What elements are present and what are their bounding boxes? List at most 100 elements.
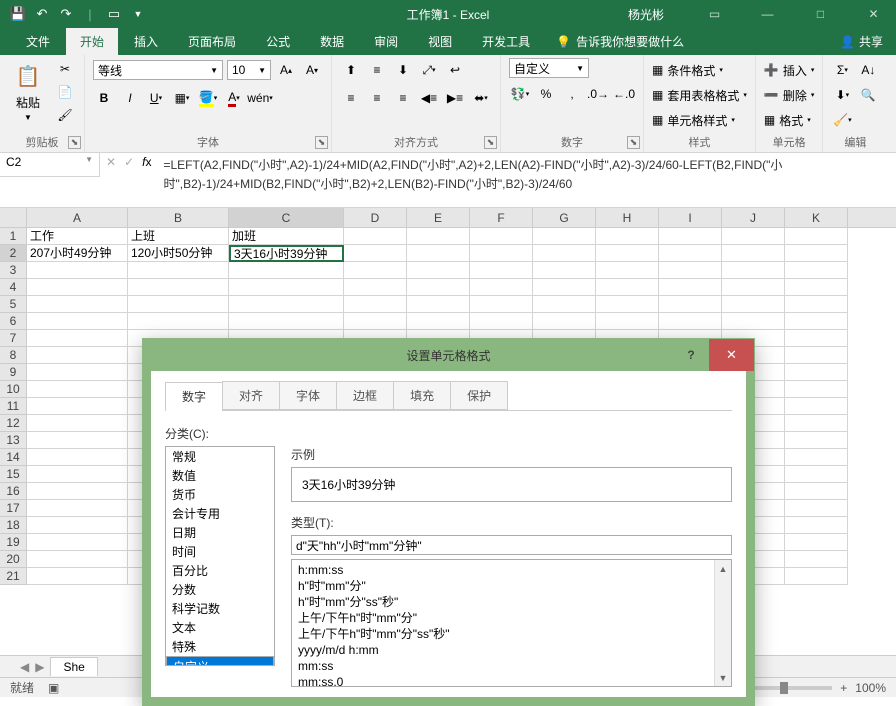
indent-decrease-button[interactable]: ◀≡ xyxy=(418,87,440,109)
insert-cells-button[interactable]: ➕插入 ▾ xyxy=(764,58,814,82)
cell[interactable] xyxy=(407,262,470,279)
row-header[interactable]: 2 xyxy=(0,245,27,262)
cell[interactable] xyxy=(596,262,659,279)
category-item[interactable]: 日期 xyxy=(166,523,274,542)
cell[interactable] xyxy=(407,228,470,245)
cell[interactable] xyxy=(470,245,533,262)
cell[interactable]: 加班 xyxy=(229,228,344,245)
cell[interactable] xyxy=(785,347,848,364)
type-list[interactable]: h:mm:ssh"时"mm"分"h"时"mm"分"ss"秒"上午/下午h"时"m… xyxy=(291,559,732,687)
cell[interactable] xyxy=(785,381,848,398)
cell[interactable] xyxy=(128,262,229,279)
tab-view[interactable]: 视图 xyxy=(414,28,466,55)
tab-layout[interactable]: 页面布局 xyxy=(174,28,250,55)
category-item[interactable]: 时间 xyxy=(166,542,274,561)
cell[interactable] xyxy=(27,330,128,347)
cell[interactable] xyxy=(128,279,229,296)
undo-icon[interactable]: ↶ xyxy=(34,6,50,22)
cell[interactable] xyxy=(785,517,848,534)
category-item[interactable]: 分数 xyxy=(166,580,274,599)
cell[interactable] xyxy=(785,415,848,432)
cell[interactable] xyxy=(785,466,848,483)
cell[interactable] xyxy=(659,313,722,330)
sheet-nav-next[interactable]: ▶ xyxy=(35,660,44,674)
category-item[interactable]: 数值 xyxy=(166,466,274,485)
dialog-tab[interactable]: 字体 xyxy=(279,381,337,410)
dialog-tab[interactable]: 填充 xyxy=(393,381,451,410)
cell[interactable]: 工作 xyxy=(27,228,128,245)
row-header[interactable]: 18 xyxy=(0,517,27,534)
font-launcher[interactable]: ⬊ xyxy=(315,136,328,149)
cell[interactable] xyxy=(27,398,128,415)
wrap-text-button[interactable]: ↩ xyxy=(444,59,466,81)
cell[interactable] xyxy=(229,313,344,330)
format-cells-button[interactable]: ▦格式 ▾ xyxy=(764,108,811,132)
find-button[interactable]: 🔍 xyxy=(857,84,879,106)
row-header[interactable]: 16 xyxy=(0,483,27,500)
cell[interactable] xyxy=(470,228,533,245)
row-header[interactable]: 4 xyxy=(0,279,27,296)
cell[interactable] xyxy=(27,279,128,296)
alignment-launcher[interactable]: ⬊ xyxy=(484,136,497,149)
row-header[interactable]: 13 xyxy=(0,432,27,449)
cell[interactable] xyxy=(27,517,128,534)
cell[interactable] xyxy=(785,296,848,313)
cell[interactable] xyxy=(596,228,659,245)
underline-button[interactable]: U▾ xyxy=(145,87,167,109)
cell[interactable] xyxy=(722,313,785,330)
dialog-tab[interactable]: 保护 xyxy=(450,381,508,410)
cell[interactable] xyxy=(533,296,596,313)
tab-developer[interactable]: 开发工具 xyxy=(468,28,544,55)
cell[interactable] xyxy=(659,296,722,313)
dialog-tab[interactable]: 对齐 xyxy=(222,381,280,410)
table-format-button[interactable]: ▦套用表格格式 ▾ xyxy=(652,83,747,107)
cell[interactable] xyxy=(344,296,407,313)
cell[interactable] xyxy=(785,551,848,568)
cell[interactable] xyxy=(344,262,407,279)
cell[interactable]: 上班 xyxy=(128,228,229,245)
formula-input[interactable]: =LEFT(A2,FIND("小时",A2)-1)/24+MID(A2,FIND… xyxy=(157,153,896,197)
cell[interactable] xyxy=(722,296,785,313)
cell[interactable] xyxy=(722,262,785,279)
cell[interactable] xyxy=(785,568,848,585)
cell[interactable] xyxy=(785,500,848,517)
cell[interactable] xyxy=(344,279,407,296)
paste-button[interactable]: 📋 粘贴 ▼ xyxy=(8,58,48,124)
cut-button[interactable]: ✂ xyxy=(54,58,76,80)
grow-font-button[interactable]: A▴ xyxy=(275,59,297,81)
increase-decimal-button[interactable]: .0→ xyxy=(587,83,609,105)
cell[interactable] xyxy=(659,262,722,279)
close-icon[interactable]: ✕ xyxy=(851,0,896,28)
dialog-titlebar[interactable]: 设置单元格格式 ? ✕ xyxy=(143,339,754,371)
cell[interactable] xyxy=(533,313,596,330)
cell[interactable] xyxy=(470,279,533,296)
column-header[interactable]: K xyxy=(785,208,848,227)
type-list-item[interactable]: mm:ss.0 xyxy=(292,674,731,687)
cell[interactable] xyxy=(596,279,659,296)
cell[interactable] xyxy=(128,313,229,330)
delete-cells-button[interactable]: ➖删除 ▾ xyxy=(764,83,814,107)
type-list-item[interactable]: yyyy/m/d h:mm xyxy=(292,642,731,658)
enter-formula-button[interactable]: ✓ xyxy=(124,155,134,169)
category-item[interactable]: 自定义 xyxy=(166,656,274,666)
row-header[interactable]: 20 xyxy=(0,551,27,568)
fx-button[interactable]: fx xyxy=(142,155,151,169)
accounting-format-button[interactable]: 💱▾ xyxy=(509,83,531,105)
align-right-button[interactable]: ≡ xyxy=(392,87,414,109)
maximize-icon[interactable]: □ xyxy=(798,0,843,28)
cell[interactable] xyxy=(229,279,344,296)
type-list-item[interactable]: 上午/下午h"时"mm"分" xyxy=(292,610,731,626)
cell[interactable]: 120小时50分钟 xyxy=(128,245,229,262)
cell[interactable] xyxy=(533,279,596,296)
italic-button[interactable]: I xyxy=(119,87,141,109)
cell[interactable] xyxy=(785,449,848,466)
user-name[interactable]: 杨光彬 xyxy=(628,6,664,23)
autosum-button[interactable]: Σ▾ xyxy=(831,59,853,81)
category-list[interactable]: 常规数值货币会计专用日期时间百分比分数科学记数文本特殊自定义 xyxy=(165,446,275,666)
cell[interactable] xyxy=(27,296,128,313)
cell[interactable] xyxy=(27,500,128,517)
redo-icon[interactable]: ↷ xyxy=(58,6,74,22)
font-size-select[interactable]: 10▼ xyxy=(227,60,271,80)
cell[interactable] xyxy=(659,245,722,262)
merge-button[interactable]: ⬌▾ xyxy=(470,87,492,109)
